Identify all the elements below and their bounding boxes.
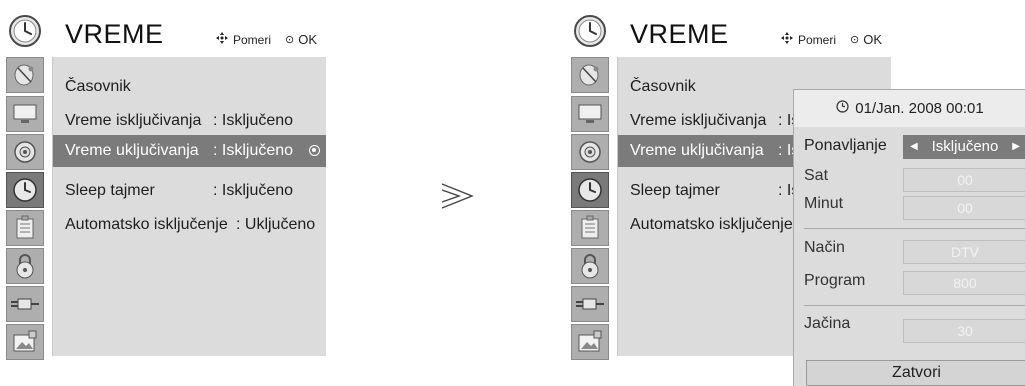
option-icon[interactable] — [571, 210, 609, 246]
input-plug-icon[interactable] — [571, 286, 609, 322]
move-hint-label: Pomeri — [232, 32, 271, 47]
volume-field[interactable]: 30 — [903, 319, 1025, 343]
menu-item-auto-off[interactable]: Automatsko isključenje : Uključeno — [53, 209, 326, 241]
mode-field[interactable]: DTV — [903, 240, 1025, 264]
volume-label: Jačina — [804, 315, 851, 332]
monitor-icon[interactable] — [571, 96, 609, 132]
menu-panel-left: VREME Pomeri ⊙ OK Časovnik Vreme isključ… — [0, 0, 326, 360]
ok-hint-label: OK — [298, 32, 317, 47]
speaker-icon[interactable] — [571, 134, 609, 170]
clock-icon[interactable] — [571, 13, 609, 49]
close-button[interactable]: Zatvori — [806, 360, 1025, 386]
current-datetime: 01/Jan. 2008 00:01 — [855, 100, 984, 117]
menu-item-label: Časovnik — [65, 78, 131, 95]
minute-label: Minut — [804, 195, 844, 212]
menu-item-label: Vreme uključivanja — [65, 142, 199, 159]
ok-button-icon: ⊙ — [284, 34, 295, 46]
menu-item-sleep-timer[interactable]: Sleep tajmer : Isključeno — [53, 175, 326, 207]
time-icon[interactable] — [6, 172, 44, 208]
menu-title: VREME — [65, 19, 164, 49]
enter-icon — [309, 145, 320, 156]
menu-item-value: : Isključeno — [213, 142, 294, 159]
nav-hint: Pomeri ⊙ OK — [780, 31, 882, 48]
input-plug-icon[interactable] — [6, 286, 44, 322]
menu-item-off-time[interactable]: Vreme isključivanja : Isključeno — [53, 105, 326, 137]
lock-icon[interactable] — [571, 248, 609, 284]
lock-icon[interactable] — [6, 248, 44, 284]
on-time-settings-popup: 01/Jan. 2008 00:01 Ponavljanje ◀ Isključ… — [793, 89, 1025, 386]
popup-divider — [804, 228, 1025, 229]
menu-item-clock[interactable]: Časovnik — [53, 71, 326, 103]
menu-item-label: Vreme isključivanja — [65, 112, 202, 129]
usb-photo-icon[interactable] — [6, 324, 44, 360]
menu-header: VREME Pomeri ⊙ OK — [52, 11, 325, 57]
menu-item-label: Sleep tajmer — [65, 182, 155, 199]
monitor-icon[interactable] — [6, 96, 44, 132]
category-icon-bar — [0, 0, 52, 360]
clock-small-icon — [836, 100, 849, 117]
satellite-icon[interactable] — [6, 57, 44, 93]
ok-hint-label: OK — [863, 32, 882, 47]
left-arrow-icon[interactable]: ◀ — [910, 136, 918, 158]
right-arrow-icon[interactable]: ▶ — [1012, 136, 1020, 158]
satellite-icon[interactable] — [571, 57, 609, 93]
repeat-value: Isključeno — [931, 138, 999, 155]
ok-button-icon: ⊙ — [849, 34, 860, 46]
move-arrows-icon — [780, 31, 794, 48]
menu-header: VREME Pomeri ⊙ OK — [617, 11, 890, 57]
minute-field[interactable]: 00 — [903, 196, 1025, 220]
mode-label: Način — [804, 239, 845, 256]
menu-item-value: : Isključeno — [213, 182, 294, 199]
program-field[interactable]: 800 — [903, 271, 1025, 295]
time-menu-list: Časovnik Vreme isključivanja : Isključen… — [52, 57, 326, 356]
speaker-icon[interactable] — [6, 134, 44, 170]
hour-label: Sat — [804, 167, 829, 184]
menu-item-label: Sleep tajmer — [630, 182, 720, 199]
popup-divider — [804, 305, 1025, 306]
option-icon[interactable] — [6, 210, 44, 246]
popup-header: 01/Jan. 2008 00:01 — [794, 90, 1025, 127]
menu-item-label: Vreme isključivanja — [630, 112, 767, 129]
clock-icon[interactable] — [6, 13, 44, 49]
menu-item-label: Časovnik — [630, 78, 696, 95]
menu-title: VREME — [630, 19, 729, 49]
menu-item-on-time[interactable]: Vreme uključivanja : Isključeno — [53, 135, 326, 167]
menu-item-value: : Uključeno — [236, 216, 316, 233]
move-arrows-icon — [215, 31, 229, 48]
transition-arrow-icon — [439, 181, 475, 211]
hour-field[interactable]: 00 — [903, 168, 1025, 192]
menu-item-label: Automatsko isključenje — [630, 216, 793, 233]
menu-item-value: : Isključeno — [213, 112, 294, 129]
category-icon-bar — [565, 0, 617, 360]
program-label: Program — [804, 272, 866, 289]
repeat-label: Ponavljanje — [804, 137, 887, 154]
move-hint-label: Pomeri — [797, 32, 836, 47]
menu-item-label: Vreme uključivanja — [630, 142, 764, 159]
repeat-selector[interactable]: ◀ Isključeno ▶ — [903, 135, 1025, 159]
time-icon[interactable] — [571, 172, 609, 208]
usb-photo-icon[interactable] — [571, 324, 609, 360]
menu-item-label: Automatsko isključenje — [65, 216, 228, 233]
nav-hint: Pomeri ⊙ OK — [215, 31, 317, 48]
